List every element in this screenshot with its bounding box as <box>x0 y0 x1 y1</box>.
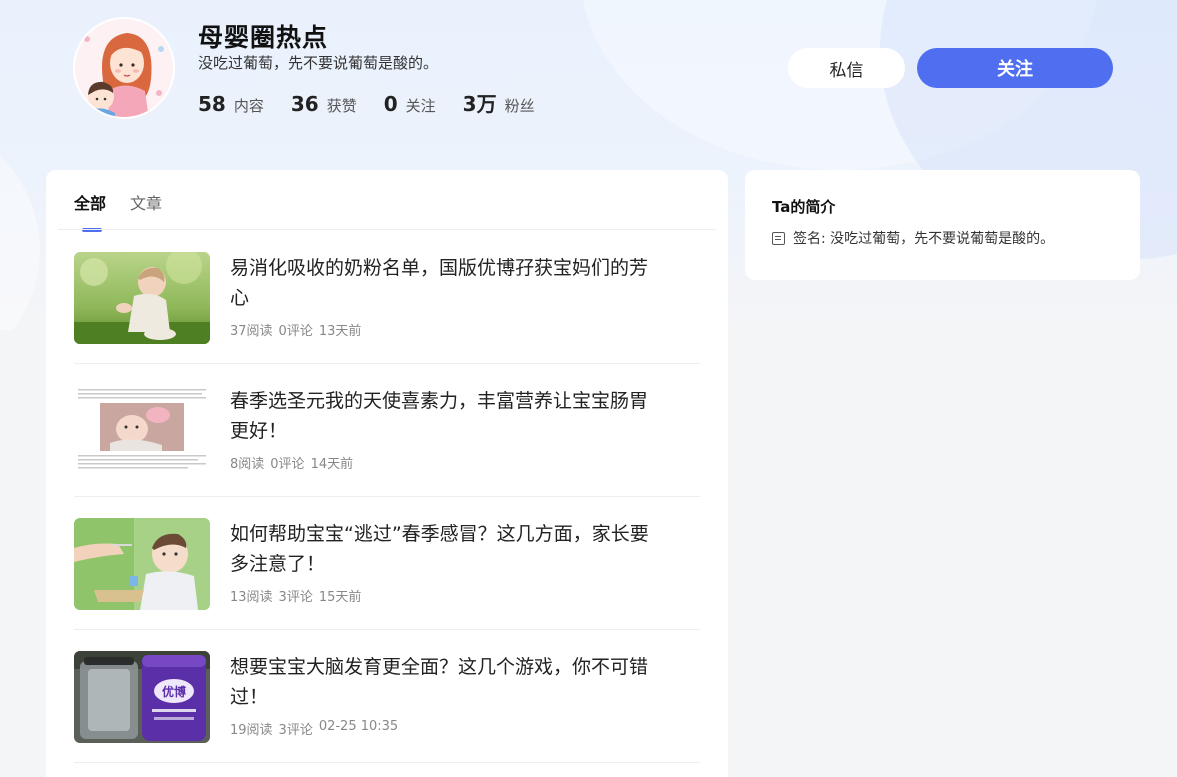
intro-card: Ta的简介 签名: 没吃过葡萄，先不要说葡萄是酸的。 <box>745 170 1140 280</box>
stat-value: 36 <box>290 92 319 116</box>
article-list-card: 全部 文章 易消化吸收的奶粉名单，国版优博孖获宝妈们的芳心 37阅读 0评论 1… <box>46 170 728 777</box>
intro-title: Ta的简介 <box>772 198 836 216</box>
intro-signature: 签名: 没吃过葡萄，先不要说葡萄是酸的。 <box>793 231 1055 247</box>
tab-all[interactable]: 全部 <box>74 190 106 232</box>
article-item[interactable]: 如何帮助宝宝“逃过”春季感冒？这几方面，家长要多注意了！ 13阅读 3评论 15… <box>74 497 700 630</box>
article-comments: 3评论 <box>278 723 313 738</box>
intro-signature-row: 签名: 没吃过葡萄，先不要说葡萄是酸的。 <box>772 228 1054 248</box>
article-item[interactable]: 易消化吸收的奶粉名单，国版优博孖获宝妈们的芳心 37阅读 0评论 13天前 <box>74 231 700 364</box>
article-meta: 13阅读 3评论 15天前 <box>230 586 367 605</box>
stat-value: 3万 <box>462 92 497 116</box>
tabs-divider <box>58 229 716 230</box>
follow-button[interactable]: 关注 <box>917 48 1113 88</box>
article-comments: 0评论 <box>270 457 305 472</box>
article-time: 14天前 <box>310 457 354 472</box>
article-reads: 8阅读 <box>230 457 265 472</box>
stat-likes[interactable]: 36 获赞 <box>291 92 357 116</box>
stat-followers[interactable]: 3万 粉丝 <box>463 88 535 117</box>
stat-label: 粉丝 <box>504 97 535 115</box>
avatar[interactable] <box>73 17 175 119</box>
stat-content[interactable]: 58 内容 <box>198 92 264 116</box>
article-meta: 37阅读 0评论 13天前 <box>230 320 367 339</box>
article-thumbnail[interactable] <box>74 252 210 344</box>
article-meta: 8阅读 0评论 14天前 <box>230 453 359 472</box>
tab-articles[interactable]: 文章 <box>130 190 162 228</box>
article-title[interactable]: 如何帮助宝宝“逃过”春季感冒？这几方面，家长要多注意了！ <box>230 519 650 579</box>
stat-following[interactable]: 0 关注 <box>384 92 436 116</box>
article-title[interactable]: 易消化吸收的奶粉名单，国版优博孖获宝妈们的芳心 <box>230 253 650 313</box>
article-meta: 19阅读 3评论 02-25 10:35 <box>230 719 404 738</box>
article-reads: 13阅读 <box>230 590 273 605</box>
article-time: 02-25 10:35 <box>318 719 399 734</box>
content-tabs: 全部 文章 <box>74 190 186 232</box>
stat-value: 58 <box>198 92 226 116</box>
profile-name: 母婴圈热点 <box>198 23 329 52</box>
profile-bio: 没吃过葡萄，先不要说葡萄是酸的。 <box>198 54 439 72</box>
signature-icon <box>772 231 785 245</box>
article-thumbnail[interactable] <box>74 518 210 610</box>
profile-stats: 58 内容 36 获赞 0 关注 3万 粉丝 <box>198 88 562 117</box>
stat-value: 0 <box>383 92 398 116</box>
article-thumbnail[interactable] <box>74 385 210 477</box>
article-comments: 3评论 <box>278 590 313 605</box>
article-time: 15天前 <box>318 590 362 605</box>
product-logo-text: 优博 <box>162 684 186 699</box>
message-button[interactable]: 私信 <box>788 48 905 88</box>
stat-label: 关注 <box>405 97 436 115</box>
stat-label: 内容 <box>233 97 264 115</box>
stat-label: 获赞 <box>326 97 357 115</box>
article-reads: 19阅读 <box>230 723 273 738</box>
article-title[interactable]: 想要宝宝大脑发育更全面？这几个游戏，你不可错过！ <box>230 652 650 712</box>
article-comments: 0评论 <box>278 324 313 339</box>
article-item[interactable]: 优博 想要宝宝大脑发育更全面？这几个游戏，你不可错过！ 19阅读 3评论 02-… <box>74 630 700 763</box>
article-item[interactable]: 春季选圣元我的天使喜素力，丰富营养让宝宝肠胃更好！ 8阅读 0评论 14天前 <box>74 364 700 497</box>
article-time: 13天前 <box>318 324 362 339</box>
article-reads: 37阅读 <box>230 324 273 339</box>
article-title[interactable]: 春季选圣元我的天使喜素力，丰富营养让宝宝肠胃更好！ <box>230 386 650 446</box>
article-thumbnail[interactable]: 优博 <box>74 651 210 743</box>
